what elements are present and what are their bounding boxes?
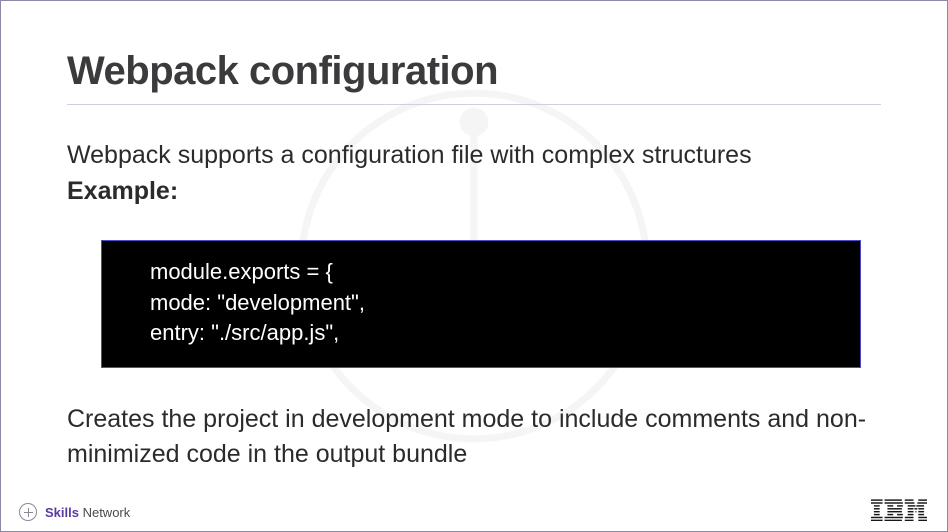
slide-title: Webpack configuration (67, 49, 881, 94)
description-text: Creates the project in development mode … (67, 402, 881, 472)
skills-network-label: Skills Network (45, 505, 130, 520)
code-line-2: mode: "development", (150, 288, 812, 319)
title-divider (67, 104, 881, 105)
slide-content: Webpack configuration Webpack supports a… (1, 1, 947, 472)
example-label: Example: (67, 177, 881, 206)
skills-network-icon (19, 503, 37, 521)
code-block: module.exports = { mode: "development", … (101, 240, 861, 368)
footer-left: Skills Network (19, 503, 130, 521)
footer: Skills Network (1, 493, 947, 531)
code-line-1: module.exports = { (150, 257, 812, 288)
code-line-3: entry: "./src/app.js", (150, 318, 812, 349)
intro-text: Webpack supports a configuration file wi… (67, 139, 881, 173)
ibm-logo (871, 499, 927, 526)
